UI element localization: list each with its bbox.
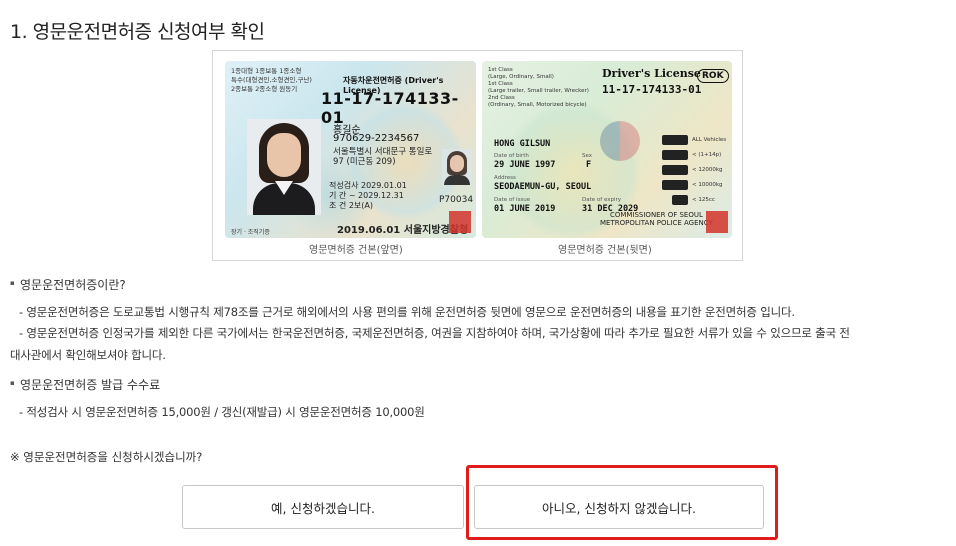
vehicle-icon bbox=[662, 165, 688, 175]
class-line: 1st Class bbox=[488, 67, 513, 73]
page-title: 1. 영문운전면허증 신청여부 확인 bbox=[10, 21, 265, 43]
motorcycle-icon bbox=[672, 195, 688, 205]
what-is-heading: 영문운전면허증이란? bbox=[10, 276, 126, 293]
fee-desc: - 적성검사 시 영문운전면허증 15,000원 / 갱신(재발급) 시 영문운… bbox=[19, 405, 425, 419]
class-line: 1종대형 1종보통 1종소형 bbox=[231, 67, 302, 75]
apply-no-button[interactable]: 아니오, 신청하지 않겠습니다. bbox=[474, 485, 764, 529]
license-front-card: 1종대형 1종보통 1종소형 특수(대형견인,소형견인,구난) 2종보통 2종소… bbox=[225, 61, 476, 238]
commissioner-line: COMMISSIONER OF SEOUL bbox=[609, 211, 703, 219]
official-seal-icon bbox=[449, 211, 471, 233]
vehicle-label: < 125cc bbox=[692, 197, 715, 203]
vehicle-label: < 10000kg bbox=[692, 182, 723, 188]
sex-label: Sex bbox=[582, 153, 593, 159]
what-is-desc-3: 대사관에서 확인해보셔야 합니다. bbox=[10, 348, 166, 362]
fee-heading: 영문운전면허증 발급 수수료 bbox=[10, 376, 160, 393]
vehicle-icon bbox=[662, 180, 688, 190]
expiry-label: Date of expiry bbox=[582, 197, 622, 203]
issue-value: 01 JUNE 2019 bbox=[494, 204, 556, 214]
license-dates: 적성검사 2029.01.01 기 간 ~ 2029.12.31 조 건 2보(… bbox=[329, 181, 407, 211]
period-label: 기 간 bbox=[329, 191, 347, 200]
holder-name: HONG GILSUN bbox=[494, 139, 551, 149]
issue-label: Date of issue bbox=[494, 197, 531, 203]
license-class-list: 1st Class (Large, Ordinary, Small) 1st C… bbox=[488, 67, 598, 109]
license-back-card: 1st Class (Large, Ordinary, Small) 1st C… bbox=[482, 61, 732, 238]
class-line: (Large, Ordinary, Small) bbox=[488, 74, 554, 80]
front-caption: 영문면허증 건본(앞면) bbox=[309, 245, 403, 256]
commissioner-line: METROPOLITAN POLICE AGENCY bbox=[600, 219, 713, 227]
vehicle-label: < 12000kg bbox=[692, 167, 723, 173]
class-line: (Ordinary, Small, Motorized bicycle) bbox=[488, 102, 587, 108]
what-is-desc-1: - 영문운전면허증은 도로교통법 시행규칙 제78조를 근거로 해외에서의 사용… bbox=[19, 305, 795, 319]
class-line: 1st Class bbox=[488, 81, 513, 87]
vehicle-label: ALL Vehicles bbox=[692, 137, 727, 143]
holder-address: 서울특별시 서대문구 통일로 97 (미근동 209) bbox=[333, 147, 432, 167]
what-is-title: 영문운전면허증이란? bbox=[20, 278, 126, 292]
holder-photo bbox=[247, 119, 321, 215]
condition-value: 2보(A) bbox=[348, 201, 373, 210]
aptitude-label: 적성검사 bbox=[329, 181, 359, 190]
commissioner-text: COMMISSIONER OF SEOUL METROPOLITAN POLIC… bbox=[600, 211, 713, 227]
license-sample-image: 1종대형 1종보통 1종소형 특수(대형견인,소형견인,구난) 2종보통 2종소… bbox=[212, 50, 743, 261]
vehicle-icon bbox=[662, 135, 688, 145]
aptitude-date: 2029.01.01 bbox=[361, 181, 407, 190]
apply-question: ※ 영문운전면허증을 신청하시겠습니까? bbox=[10, 450, 203, 464]
fee-title: 영문운전면허증 발급 수수료 bbox=[20, 378, 161, 392]
sex-value: F bbox=[586, 160, 592, 170]
license-code: P70034 bbox=[439, 195, 474, 205]
dob-value: 29 JUNE 1997 bbox=[494, 160, 556, 170]
class-line: 2종보통 2종소형 원동기 bbox=[231, 85, 298, 93]
back-caption: 영문면허증 건본(뒷면) bbox=[558, 245, 652, 256]
class-line: 특수(대형견인,소형견인,구난) bbox=[231, 76, 312, 84]
address-label: Address bbox=[494, 175, 516, 181]
dob-label: Date of birth bbox=[494, 153, 529, 159]
class-line: 2nd Class bbox=[488, 95, 515, 101]
class-line: (Large trailer, Small trailer, Wrecker) bbox=[488, 88, 589, 94]
taegeuk-watermark-icon bbox=[600, 121, 640, 161]
license-title: Driver's License bbox=[602, 67, 701, 80]
condition-label: 조 건 bbox=[329, 201, 347, 210]
address-line: 97 (미근동 209) bbox=[333, 157, 396, 167]
license-class-list: 1종대형 1종보통 1종소형 특수(대형견인,소형견인,구난) 2종보통 2종소… bbox=[231, 67, 321, 94]
address-value: SEODAEMUN-GU, SEOUL bbox=[494, 182, 592, 192]
organ-donor-note: 장기 · 조직기증 bbox=[231, 229, 270, 236]
holder-id-number: 970629-2234567 bbox=[333, 133, 420, 144]
license-number: 11-17-174133-01 bbox=[602, 83, 702, 96]
period-value: ~ 2029.12.31 bbox=[348, 191, 404, 200]
vehicle-label: < (1+14p) bbox=[692, 152, 722, 158]
vehicle-icon bbox=[662, 150, 688, 160]
official-seal-icon bbox=[706, 211, 728, 233]
address-line: 서울특별시 서대문구 통일로 bbox=[333, 147, 433, 157]
what-is-desc-2: - 영문운전면허증 인정국가를 제외한 다른 국가에서는 한국운전면허증, 국제… bbox=[19, 326, 850, 340]
country-badge: ROK bbox=[697, 69, 729, 83]
apply-yes-button[interactable]: 예, 신청하겠습니다. bbox=[182, 485, 464, 529]
holder-ghost-photo bbox=[442, 149, 472, 185]
